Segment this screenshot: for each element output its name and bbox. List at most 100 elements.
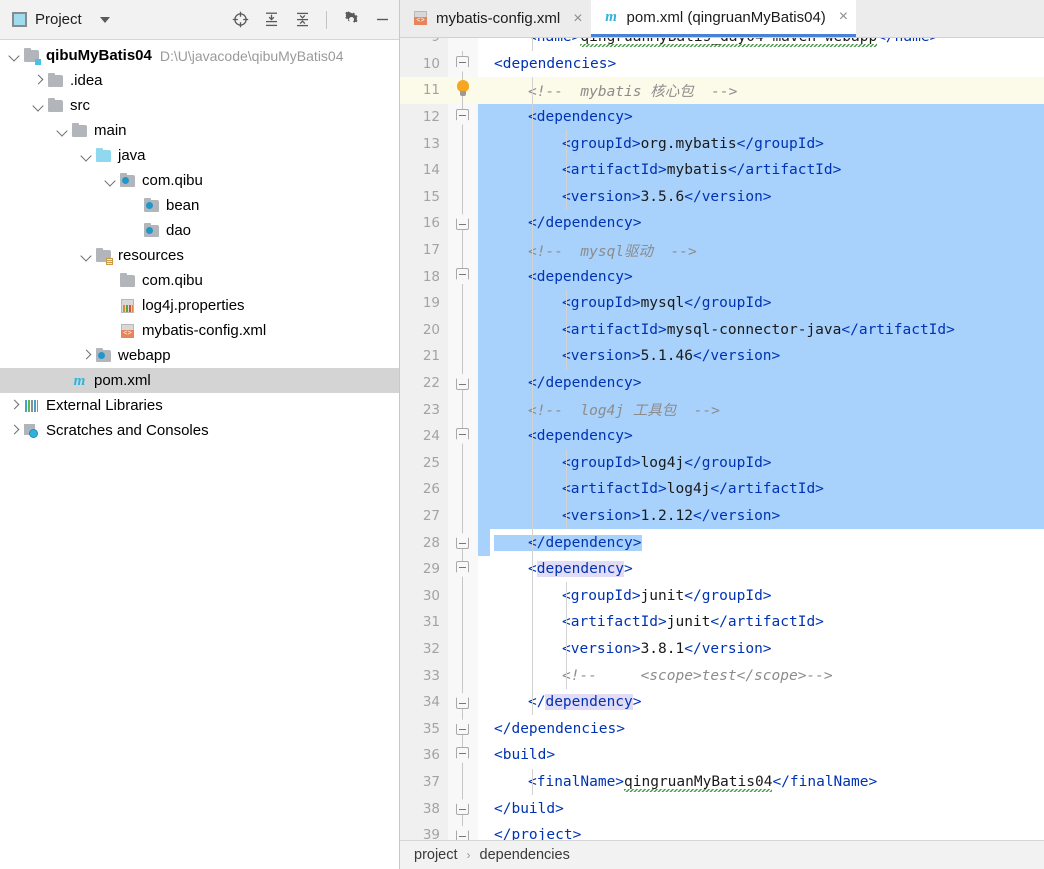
fold-gutter[interactable] [448,210,478,237]
code-text[interactable]: <groupId>mysql</groupId> [490,289,1044,317]
locate-icon[interactable] [231,11,249,29]
code-editor[interactable]: 9 <name>qingruanMyBatis_day04-maven-webap… [400,38,1044,840]
code-line-24[interactable]: 24 <dependency> [400,422,1044,450]
fold-end-icon[interactable] [456,724,469,736]
tree-row-log4j-properties[interactable]: log4j.properties [0,293,399,318]
fold-gutter[interactable] [448,396,478,423]
code-text[interactable]: <artifactId>junit</artifactId> [490,609,1044,636]
code-line-11[interactable]: 11 <!-- mybatis 核心包 --> [400,77,1044,104]
code-text[interactable]: <groupId>org.mybatis</groupId> [490,130,1044,157]
fold-gutter[interactable] [448,343,478,370]
breadcrumb-item-dependencies[interactable]: dependencies [480,847,570,863]
code-text[interactable]: <groupId>junit</groupId> [490,582,1044,610]
chevron-down-icon[interactable] [78,147,95,164]
code-text[interactable]: <dependencies> [490,51,1044,78]
fold-gutter[interactable] [448,289,478,317]
tree-row-webapp[interactable]: webapp [0,343,399,368]
fold-gutter[interactable] [448,742,478,769]
tree-row-src[interactable]: src [0,93,399,118]
code-line-36[interactable]: 36 <build> [400,742,1044,769]
code-text[interactable]: <build> [490,742,1044,769]
fold-gutter[interactable] [448,795,478,822]
chevron-down-icon[interactable] [6,47,23,64]
code-line-16[interactable]: 16 </dependency> [400,210,1044,237]
collapse-all-icon[interactable] [293,11,311,29]
code-text[interactable]: </dependency> [490,529,1044,556]
code-line-18[interactable]: 18 <dependency> [400,263,1044,290]
code-text[interactable]: <finalName>qingruanMyBatis04</finalName> [490,768,1044,796]
fold-end-icon[interactable] [456,830,469,840]
fold-collapse-icon[interactable] [456,108,469,120]
code-line-29[interactable]: 29 <dependency> [400,555,1044,583]
code-line-37[interactable]: 37 <finalName>qingruanMyBatis04</finalNam… [400,768,1044,796]
fold-gutter[interactable] [448,369,478,397]
code-line-38[interactable]: 38 </build> [400,795,1044,822]
fold-gutter[interactable] [448,635,478,663]
code-line-35[interactable]: 35 </dependencies> [400,715,1044,743]
code-text[interactable]: <dependency> [490,555,1044,583]
fold-gutter[interactable] [448,476,478,503]
hide-panel-icon[interactable] [373,11,391,29]
code-line-39[interactable]: 39 </project> [400,821,1044,840]
code-text[interactable]: <!-- <scope>test</scope>--> [490,662,1044,689]
fold-collapse-icon[interactable] [456,268,469,280]
code-text[interactable]: <version>5.1.46</version> [490,343,1044,370]
code-text[interactable]: <!-- mybatis 核心包 --> [490,77,1044,104]
code-line-10[interactable]: 10 <dependencies> [400,50,1044,78]
fold-gutter[interactable] [448,263,478,290]
code-line-28[interactable]: 28 </dependency> [400,529,1044,556]
tree-row-qibumybatis04[interactable]: qibuMyBatis04 D:\U\javacode\qibuMyBatis04 [0,43,399,68]
code-text[interactable]: <dependency> [490,263,1044,290]
fold-end-icon[interactable] [456,378,469,390]
fold-gutter[interactable] [448,316,478,344]
code-line-33[interactable]: 33 <!-- <scope>test</scope>--> [400,662,1044,689]
fold-gutter[interactable] [448,821,478,840]
close-icon[interactable]: × [573,10,582,27]
chevron-right-icon[interactable] [78,347,95,364]
fold-collapse-icon[interactable] [456,55,469,67]
code-text[interactable]: <artifactId>mysql-connector-java</artifa… [490,316,1044,344]
chevron-right-icon[interactable] [30,72,47,89]
fold-gutter[interactable] [448,103,478,131]
code-line-25[interactable]: 25 <groupId>log4j</groupId> [400,449,1044,477]
fold-gutter[interactable] [448,38,478,51]
expand-all-icon[interactable] [262,11,280,29]
tree-row-java[interactable]: java [0,143,399,168]
chevron-down-icon[interactable] [78,247,95,264]
fold-collapse-icon[interactable] [456,427,469,439]
fold-end-icon[interactable] [456,804,469,816]
project-title-group[interactable]: Project [12,11,110,28]
code-line-12[interactable]: 12 <dependency> [400,103,1044,131]
code-lines[interactable]: 9 <name>qingruanMyBatis_day04-maven-webap… [400,38,1044,840]
code-line-9[interactable]: 9 <name>qingruanMyBatis_day04-maven-webap… [400,38,1044,51]
fold-gutter[interactable] [448,502,478,530]
chevron-down-icon[interactable] [102,172,119,189]
code-text[interactable]: </dependency> [490,688,1044,716]
code-text[interactable]: <version>3.5.6</version> [490,183,1044,211]
code-text[interactable]: </build> [490,795,1044,822]
tree-row-main[interactable]: main [0,118,399,143]
fold-gutter[interactable] [448,236,478,264]
fold-gutter[interactable] [448,77,478,104]
code-line-17[interactable]: 17 <!-- mysql驱动 --> [400,236,1044,264]
fold-gutter[interactable] [448,422,478,450]
code-text[interactable]: </dependency> [490,369,1044,397]
settings-gear-icon[interactable] [342,11,360,29]
tree-row-external-libraries[interactable]: External Libraries [0,393,399,418]
fold-gutter[interactable] [448,529,478,556]
fold-gutter[interactable] [448,156,478,184]
code-text[interactable]: <!-- mysql驱动 --> [490,236,1044,264]
fold-gutter[interactable] [448,662,478,689]
tree-row-resources[interactable]: resources [0,243,399,268]
tree-row-bean[interactable]: bean [0,193,399,218]
fold-gutter[interactable] [448,183,478,211]
editor-tab-mybatis-config-xml[interactable]: mybatis-config.xml × [400,0,591,37]
fold-gutter[interactable] [448,582,478,610]
fold-gutter[interactable] [448,130,478,157]
code-text[interactable]: <artifactId>mybatis</artifactId> [490,156,1044,184]
code-line-21[interactable]: 21 <version>5.1.46</version> [400,343,1044,370]
fold-collapse-icon[interactable] [456,747,469,759]
code-line-15[interactable]: 15 <version>3.5.6</version> [400,183,1044,211]
code-text[interactable]: <dependency> [490,103,1044,131]
chevron-down-icon[interactable] [30,97,47,114]
